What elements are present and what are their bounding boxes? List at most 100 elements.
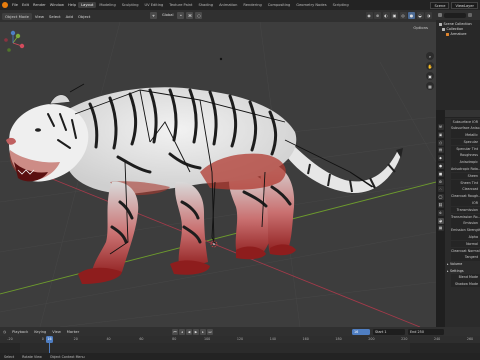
start-frame-field[interactable]: Start 1 [373,328,405,335]
tab-uv-editing[interactable]: UV Editing [142,2,167,8]
property-field[interactable]: Emission Strength [451,227,480,234]
view-menu-timeline[interactable]: View [49,330,64,334]
outliner-display-mode-icon[interactable] [438,13,442,17]
blender-logo-icon[interactable] [2,2,8,8]
timeline-editor-icon[interactable]: ◷ [0,330,9,334]
gizmo-icon[interactable]: ⊕ [374,12,381,19]
constraints-tab-icon[interactable]: ⛓ [437,201,444,208]
pivot-icon[interactable]: • [177,12,185,19]
material-shading-icon[interactable]: ◒ [416,12,424,19]
data-tab-icon[interactable]: ✲ [437,209,444,216]
particles-tab-icon[interactable]: ∴ [437,186,444,193]
property-field[interactable]: Emission [451,220,480,227]
object-tab-icon[interactable]: ■ [437,170,444,177]
property-field[interactable]: Clearcoat Normal [451,247,480,254]
property-field[interactable]: Tangent [451,254,480,261]
tab-texture-paint[interactable]: Texture Paint [166,2,195,8]
tab-scripting[interactable]: Scripting [330,2,352,8]
options-dropdown[interactable]: Options [413,25,428,30]
property-field[interactable]: Shadow Mode [451,281,480,288]
tool-tab-icon[interactable]: ⚒ [437,124,444,130]
view-layer-selector[interactable]: ViewLayer [451,1,478,9]
add-menu[interactable]: Add [64,13,75,20]
frame-ruler[interactable]: -20 0 20 40 60 80 100 120 140 160 180 200 220 240 260 [0,336,480,343]
material-tab-icon[interactable]: ◕ [437,217,444,224]
modifier-tab-icon[interactable]: ⚙ [437,178,444,185]
physics-tab-icon[interactable]: ◯ [437,194,444,201]
pan-hand-icon[interactable]: ✋ [426,62,434,70]
menu-edit[interactable]: Edit [20,3,31,7]
property-field[interactable]: Anisotropic Rota... [451,166,480,173]
proportional-edit-icon[interactable]: ○ [195,12,203,19]
property-field[interactable]: Anisotropic [451,159,480,166]
3d-viewport[interactable]: Options ⌕ ✋ ▣ ▦ [0,22,436,327]
property-field[interactable]: IOR [451,200,480,207]
texture-tab-icon[interactable]: ▩ [437,225,444,232]
property-field[interactable]: Clearcoat Rough... [451,193,480,200]
wireframe-shading-icon[interactable]: ◎ [399,12,407,19]
keying-menu[interactable]: Keying [31,330,49,334]
output-tab-icon[interactable]: ⎙ [437,139,444,146]
properties-section[interactable]: Settings [445,268,480,274]
tab-geometry-nodes[interactable]: Geometry Nodes [293,2,329,8]
play-icon[interactable]: ▶ [193,328,199,335]
property-field[interactable]: Specular Tint [451,145,480,152]
property-field[interactable]: Sheen Tint [451,179,480,186]
tab-compositing[interactable]: Compositing [265,2,294,8]
render-tab-icon[interactable]: ▣ [437,131,444,138]
outliner-search-input[interactable] [444,12,466,18]
solid-shading-icon[interactable]: ● [408,12,415,19]
mode-selector[interactable]: Object Mode [2,12,32,20]
filter-icon[interactable] [468,13,472,17]
scene-tab-icon[interactable]: ◆ [437,155,444,162]
tab-animation[interactable]: Animation [216,2,240,8]
menu-render[interactable]: Render [31,3,48,7]
play-reverse-icon[interactable]: ◀ [186,328,192,335]
world-tab-icon[interactable]: ● [437,162,444,169]
property-field[interactable]: Alpha [451,234,480,241]
property-field[interactable]: Subsurface IOR [451,118,480,125]
transform-orientation[interactable]: Global [160,12,175,19]
view-menu[interactable]: View [33,13,46,20]
property-field[interactable]: Sheen [451,172,480,180]
playhead[interactable]: 16 [46,336,53,343]
tab-modeling[interactable]: Modeling [96,2,118,8]
orientation-icon[interactable]: ⌖ [150,12,157,19]
select-menu[interactable]: Select [47,13,63,20]
timeline-area[interactable]: -20 0 20 40 60 80 100 120 140 160 180 200 220 240 260 … [0,336,480,353]
snap-icon[interactable]: ⌘ [186,12,194,19]
property-field[interactable]: Metallic [451,132,480,139]
camera-view-icon[interactable]: ▣ [426,72,434,80]
marker-menu[interactable]: Marker [64,330,82,334]
property-field[interactable]: Subsurface Aniso... [451,125,480,132]
property-field[interactable]: Blend Mode [451,274,480,281]
xray-icon[interactable]: ▣ [391,12,398,19]
jump-start-icon[interactable]: ⏮ [172,328,178,335]
light-object-icon[interactable] [219,57,223,61]
tab-rendering[interactable]: Rendering [240,2,264,8]
tiger-model[interactable] [6,87,403,284]
tab-sculpting[interactable]: Sculpting [119,2,142,8]
object-menu[interactable]: Object [76,13,92,20]
property-field[interactable]: Specular [451,138,480,146]
property-field[interactable]: Roughness [451,152,480,159]
overlay-icon[interactable]: ◐ [382,12,390,19]
tab-shading[interactable]: Shading [195,2,216,8]
end-frame-field[interactable]: End 250 [408,328,444,335]
jump-end-icon[interactable]: ⏭ [207,328,213,335]
playback-menu[interactable]: Playback [9,330,31,334]
visibility-icon[interactable]: ◉ [365,12,373,19]
outliner-row-armature[interactable]: Armature [436,32,480,37]
menu-help[interactable]: Help [66,3,78,7]
menu-window[interactable]: Window [48,3,66,7]
property-field[interactable]: Transmission Ro... [451,213,480,220]
property-field[interactable]: Clearcoat [451,186,480,193]
navigation-gizmo[interactable] [0,30,26,56]
perspective-toggle-icon[interactable]: ▦ [426,82,434,90]
property-field[interactable]: Normal [451,240,480,248]
property-field[interactable]: Transmission [451,206,480,214]
rendered-shading-icon[interactable]: ◑ [425,12,432,19]
current-frame-field[interactable]: 16 [352,328,370,335]
next-keyframe-icon[interactable]: ▸ [200,328,206,335]
menu-file[interactable]: File [10,3,20,7]
